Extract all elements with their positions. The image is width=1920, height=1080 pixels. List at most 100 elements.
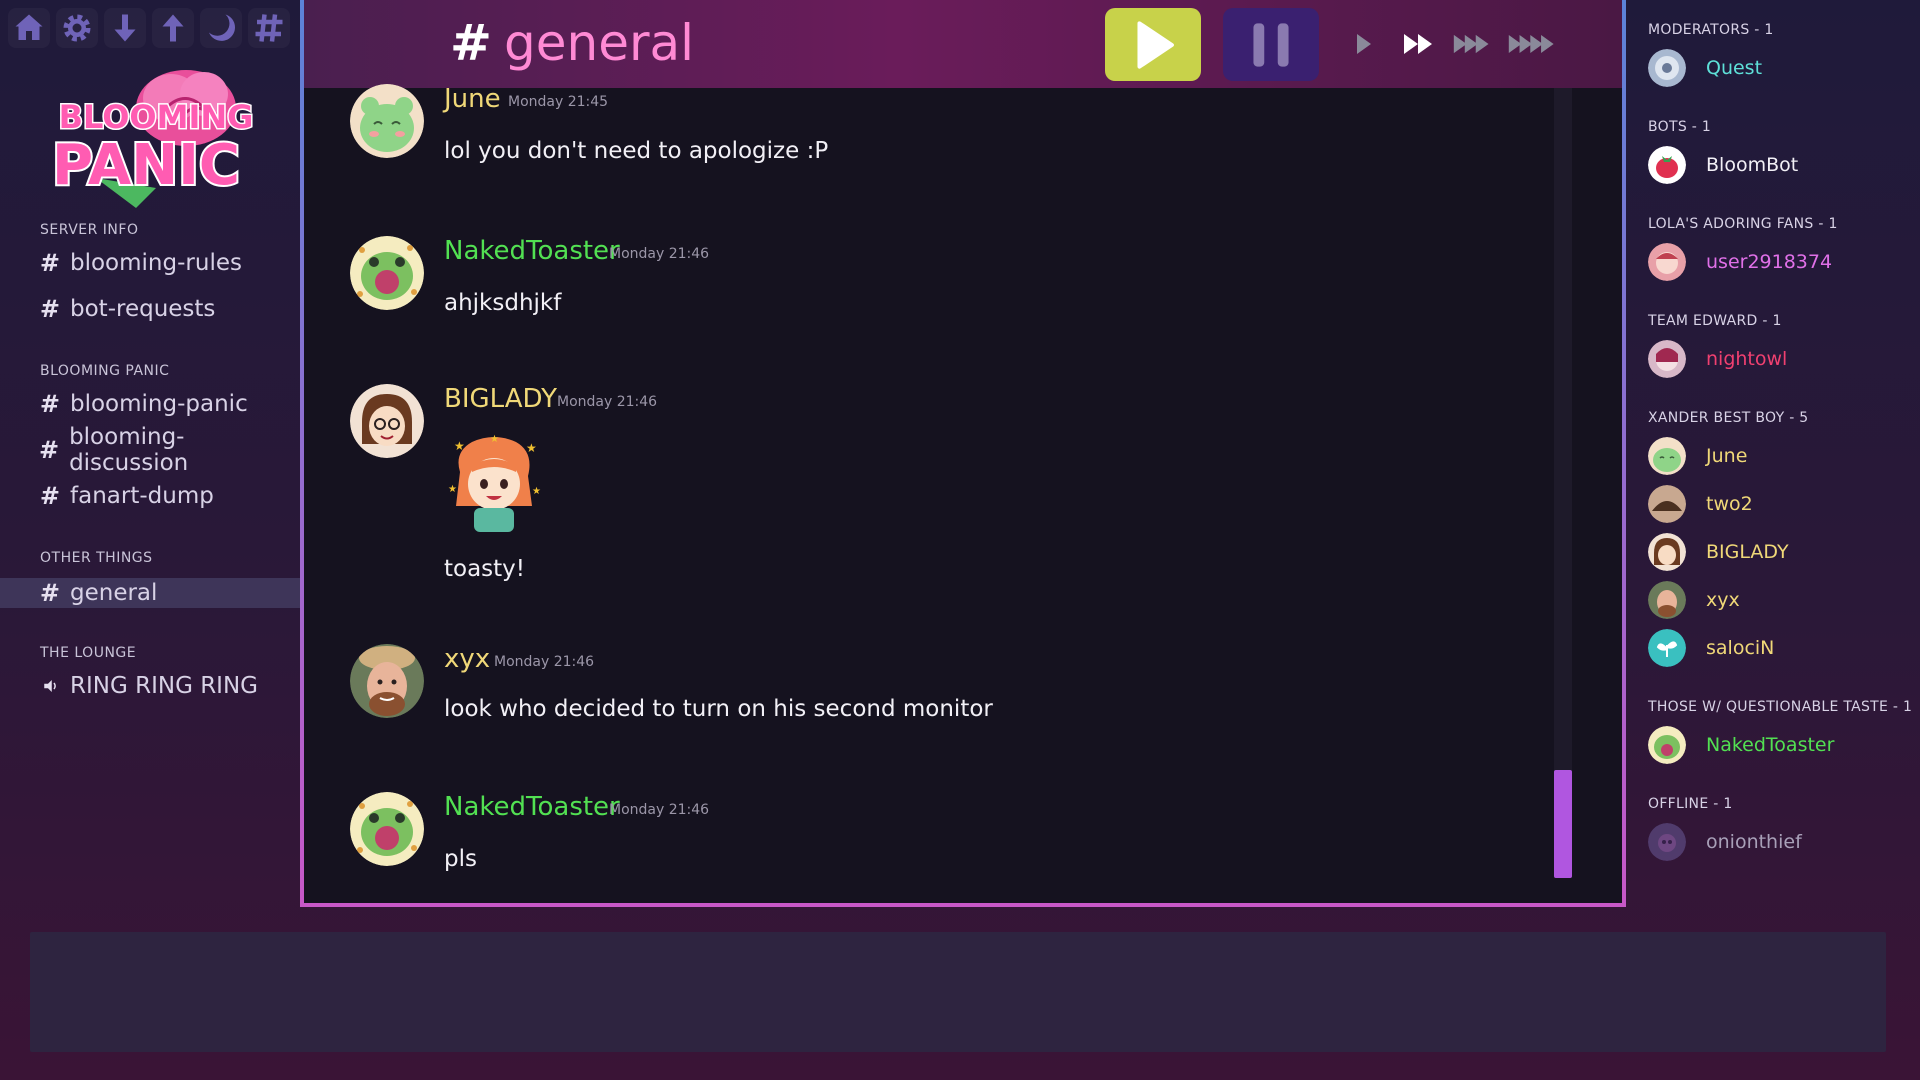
channel-label: blooming-panic (70, 391, 248, 417)
speed-2x-icon (1404, 34, 1432, 54)
pause-icon (1253, 22, 1289, 67)
avatar[interactable] (350, 644, 424, 718)
svg-text:★: ★ (454, 439, 465, 453)
avatar[interactable] (350, 84, 424, 158)
member-item[interactable]: NakedToaster (1648, 725, 1834, 765)
blooming-panic-logo: BLOOMING PANIC (36, 58, 276, 208)
avatar[interactable] (350, 236, 424, 310)
hash-icon: # (39, 390, 60, 418)
member-item[interactable]: BIGLADY (1648, 532, 1789, 572)
message-author[interactable]: BIGLADY (444, 384, 557, 414)
hash-icon: # (39, 249, 60, 277)
channel-label: bot-requests (70, 296, 216, 322)
message-timestamp: Monday 21:46 (494, 654, 595, 670)
member-item[interactable]: xyx (1648, 580, 1740, 620)
play-button[interactable] (1105, 8, 1201, 81)
channel-label: general (70, 580, 158, 606)
scrollbar-track[interactable] (1554, 88, 1572, 878)
logo-line2: PANIC (52, 133, 240, 198)
avatar[interactable] (350, 384, 424, 458)
avatar (1648, 437, 1686, 475)
member-name: two2 (1706, 493, 1753, 515)
speed-4x-button[interactable] (1507, 28, 1559, 60)
category-the-lounge: THE LOUNGE (40, 645, 137, 661)
message-text: lol you don't need to apologize :P (444, 138, 829, 164)
category-server-info: SERVER INFO (40, 222, 139, 238)
hash-icon: # (39, 482, 60, 510)
speed-2x-button[interactable] (1402, 28, 1436, 60)
member-item[interactable]: Quest (1648, 48, 1762, 88)
member-item[interactable]: salociN (1648, 628, 1774, 668)
moon-icon[interactable] (200, 8, 242, 48)
member-item[interactable]: two2 (1648, 484, 1753, 524)
svg-text:★: ★ (526, 441, 537, 455)
avatar (1648, 823, 1686, 861)
member-name: June (1706, 445, 1748, 467)
arrow-up-icon[interactable] (152, 8, 194, 48)
scrollbar-thumb[interactable] (1554, 770, 1572, 878)
channel-blooming-rules[interactable]: # blooming-rules (0, 245, 300, 281)
member-name: user2918374 (1706, 251, 1833, 273)
message-author[interactable]: xyx (444, 644, 490, 674)
channel-blooming-discussion[interactable]: # blooming-discussion (0, 424, 300, 476)
channel-general[interactable]: # general (0, 578, 300, 608)
member-item[interactable]: nightowl (1648, 339, 1787, 379)
member-group-label: MODERATORS - 1 (1648, 22, 1774, 38)
voice-channel-ring[interactable]: RING RING RING (0, 668, 300, 704)
member-name: nightowl (1706, 348, 1788, 370)
avatar (1648, 340, 1686, 378)
sidebar: BLOOMING PANIC SERVER INFO # blooming-ru… (0, 0, 300, 720)
speed-3x-button[interactable] (1452, 28, 1494, 60)
message-author[interactable]: NakedToaster (444, 236, 620, 266)
member-item[interactable]: June (1648, 436, 1747, 476)
channel-blooming-panic[interactable]: # blooming-panic (0, 386, 300, 422)
pause-button[interactable] (1223, 8, 1319, 81)
avatar (1648, 629, 1686, 667)
svg-text:★: ★ (490, 434, 499, 445)
message-author[interactable]: NakedToaster (444, 792, 620, 822)
speed-1x-button[interactable] (1354, 28, 1374, 60)
speed-4x-icon (1508, 35, 1554, 53)
channel-label: blooming-discussion (69, 424, 189, 476)
channel-label: fanart-dump (70, 483, 214, 509)
member-group-label: THOSE W/ QUESTIONABLE TASTE - 1 (1648, 699, 1913, 715)
member-group-label: TEAM EDWARD - 1 (1648, 313, 1782, 329)
avatar[interactable] (350, 792, 424, 866)
message-timestamp: Monday 21:46 (609, 246, 710, 262)
message-list: June Monday 21:45 lol you don't need to … (304, 84, 1566, 903)
arrow-down-icon[interactable] (104, 8, 146, 48)
speed-3x-icon (1453, 34, 1489, 54)
message-timestamp: Monday 21:46 (609, 802, 710, 818)
category-blooming-panic: BLOOMING PANIC (40, 363, 170, 379)
home-icon[interactable] (8, 8, 50, 48)
header-hash-icon: # (450, 14, 492, 72)
hash-icon: # (39, 295, 60, 323)
channel-bot-requests[interactable]: # bot-requests (0, 291, 300, 327)
channel-label: RING RING RING (70, 673, 258, 699)
hash-icon[interactable] (248, 8, 290, 48)
member-item[interactable]: onionthief (1648, 822, 1802, 862)
member-list: MODERATORS - 1 Quest BOTS - 1 BloomBot L… (1626, 0, 1920, 900)
gear-icon[interactable] (56, 8, 98, 48)
member-name: salociN (1706, 637, 1775, 659)
member-item[interactable]: user2918374 (1648, 242, 1832, 282)
avatar (1648, 146, 1686, 184)
member-item[interactable]: BloomBot (1648, 145, 1798, 185)
sticker-image[interactable]: ★ ★ ★ ★ ★ (444, 432, 544, 536)
channel-label: blooming-rules (70, 250, 242, 276)
top-toolbar (8, 8, 290, 48)
member-group-label: OFFLINE - 1 (1648, 796, 1733, 812)
channel-fanart-dump[interactable]: # fanart-dump (0, 478, 300, 514)
hash-icon: # (39, 579, 60, 607)
hash-icon: # (38, 436, 60, 464)
message-input[interactable] (30, 932, 1886, 1052)
message-author[interactable]: June (444, 84, 501, 114)
logo-line1: BLOOMING (59, 98, 254, 136)
avatar (1648, 726, 1686, 764)
message-text: pls (444, 846, 477, 872)
play-icon (1137, 20, 1174, 69)
member-name: NakedToaster (1706, 734, 1835, 756)
page-title: general (504, 14, 695, 72)
message-text: toasty! (444, 556, 526, 582)
member-group-label: LOLA'S ADORING FANS - 1 (1648, 216, 1838, 232)
